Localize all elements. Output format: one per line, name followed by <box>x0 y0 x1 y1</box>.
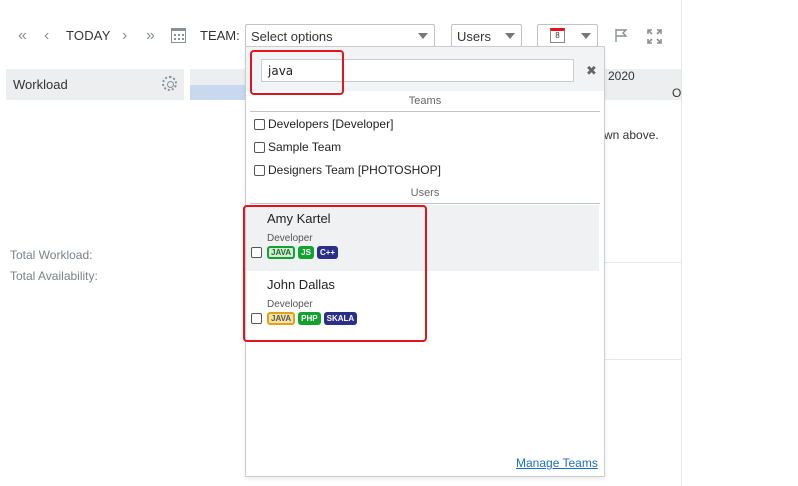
next-icon[interactable]: › <box>122 28 127 44</box>
calendar-badge: 8 <box>555 31 560 40</box>
team-select-value: Select options <box>251 29 333 44</box>
right-divider <box>681 0 682 486</box>
teams-section-header: Teams <box>250 95 600 112</box>
workload-title: Workload <box>13 77 68 92</box>
manage-teams-link[interactable]: Manage Teams <box>516 456 598 470</box>
workload-header: Workload <box>6 69 184 100</box>
search-highlight-box <box>250 50 344 95</box>
timeline-today-marker <box>190 85 250 100</box>
team-option-label: Designers Team [PHOTOSHOP] <box>268 163 441 177</box>
timeline-month-fragment: O <box>672 86 682 100</box>
view-select[interactable]: Users <box>451 24 522 47</box>
users-highlight-box <box>243 205 427 342</box>
today-button[interactable]: TODAY <box>66 28 111 43</box>
prev-icon[interactable]: ‹ <box>44 28 49 44</box>
checkbox[interactable] <box>254 165 265 176</box>
users-section-header: Users <box>250 187 600 204</box>
team-option-label: Sample Team <box>268 140 342 154</box>
calendar-day-icon: 8 <box>550 28 565 43</box>
chevron-down-icon <box>505 33 515 39</box>
calendar-icon[interactable] <box>171 28 186 43</box>
first-page-icon[interactable]: « <box>18 28 27 44</box>
timeline-year: 2020 <box>608 69 635 83</box>
total-workload-label: Total Workload: <box>10 248 93 262</box>
checkbox[interactable] <box>254 142 265 153</box>
chevron-down-icon <box>418 33 428 39</box>
team-option-label: Developers [Developer] <box>268 117 394 131</box>
gear-icon[interactable] <box>162 76 177 91</box>
grid-line <box>600 359 681 360</box>
chevron-down-icon <box>581 33 591 39</box>
flag-icon[interactable] <box>614 28 628 43</box>
close-icon[interactable]: ✖ <box>586 63 597 79</box>
date-picker-select[interactable]: 8 <box>537 24 598 47</box>
fullscreen-icon[interactable] <box>647 29 662 44</box>
team-select[interactable]: Select options <box>245 24 435 47</box>
team-label: TEAM: <box>200 28 240 43</box>
checkbox[interactable] <box>254 119 265 130</box>
total-availability-label: Total Availability: <box>10 269 98 283</box>
empty-state-text: wn above. <box>604 128 659 142</box>
view-select-value: Users <box>457 29 491 44</box>
grid-line <box>600 262 681 263</box>
last-page-icon[interactable]: » <box>146 28 155 44</box>
